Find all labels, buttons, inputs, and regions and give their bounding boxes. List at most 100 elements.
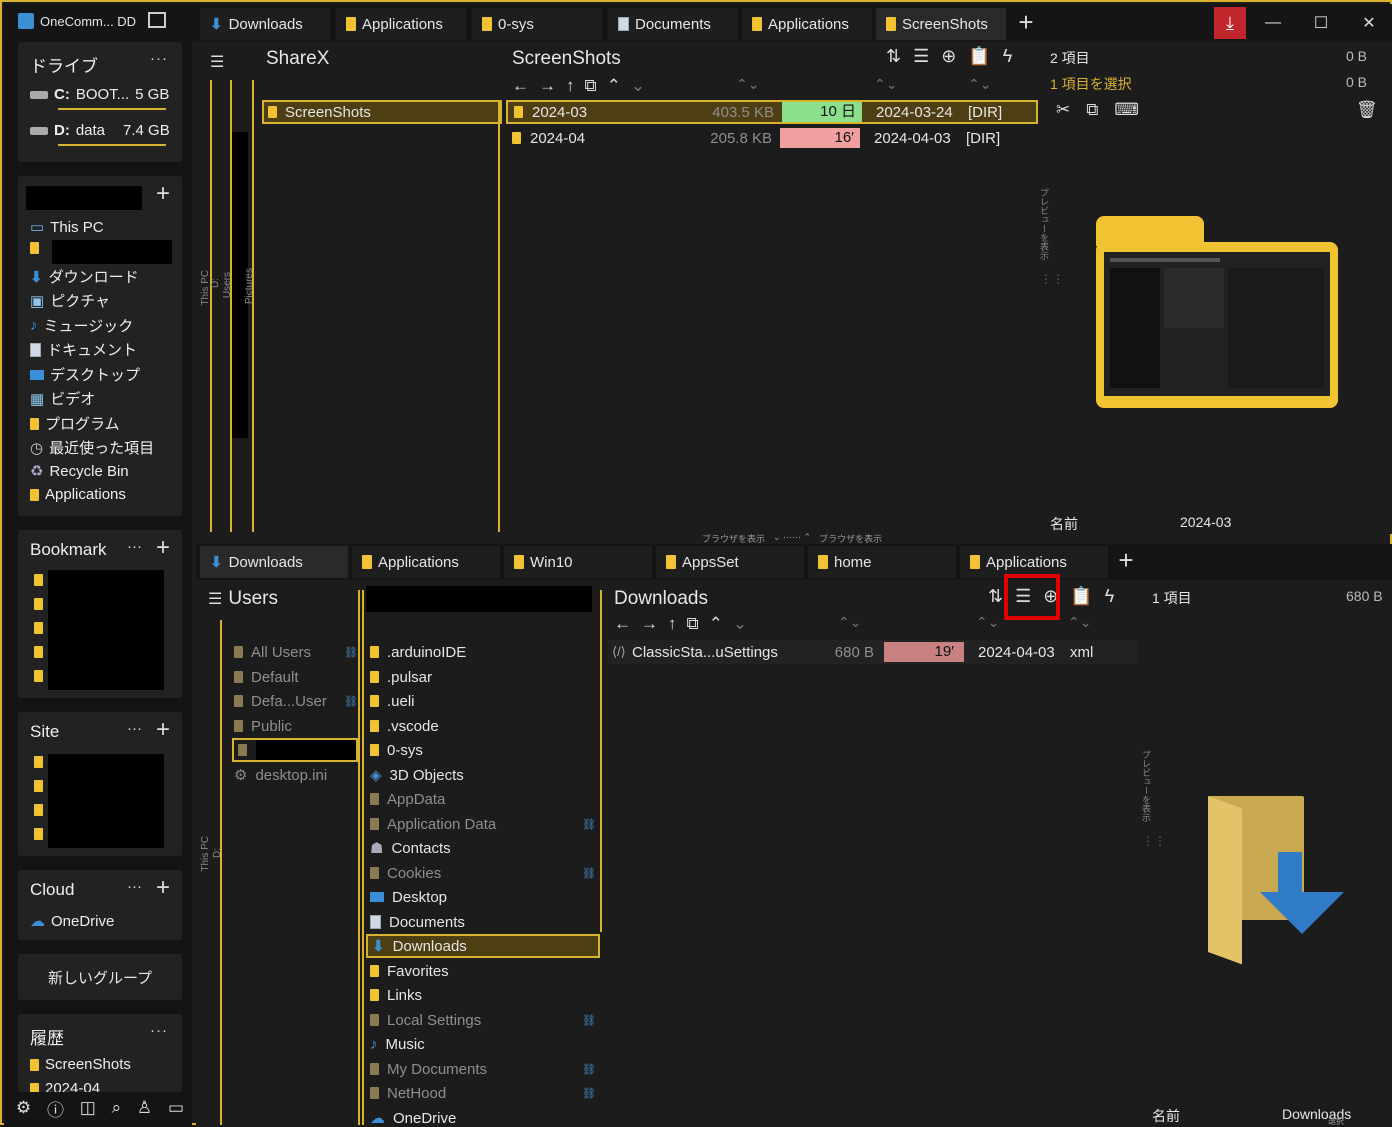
add-circle-icon[interactable]: ⊕ bbox=[941, 46, 956, 67]
sort-icon[interactable]: ⇅ bbox=[988, 586, 1003, 607]
back-icon[interactable]: ← bbox=[512, 76, 529, 96]
folder-item[interactable]: .pulsar bbox=[370, 665, 432, 689]
place-music[interactable]: ♪ ミュージック bbox=[30, 315, 133, 336]
new-group-button[interactable]: 新しいグループ bbox=[18, 954, 182, 1000]
more-icon[interactable]: ··· bbox=[150, 50, 168, 67]
bottom-tab-applications[interactable]: Applications bbox=[352, 546, 500, 578]
delete-icon[interactable]: 🗑 bbox=[1356, 100, 1378, 120]
more-icon[interactable]: ··· bbox=[127, 878, 142, 895]
place-recycle-bin[interactable]: ♻ Recycle Bin bbox=[30, 462, 129, 481]
folder-item[interactable]: Local Settings ⛓ bbox=[370, 1008, 596, 1032]
folder-item[interactable]: Application Data ⛓ bbox=[370, 812, 596, 836]
list-view-icon[interactable]: ☰ bbox=[913, 46, 929, 67]
folder-item[interactable]: AppData bbox=[370, 787, 445, 811]
chevron-down-icon[interactable]: ⌄ bbox=[733, 614, 747, 634]
place-user[interactable] bbox=[30, 242, 39, 254]
add-icon[interactable]: + bbox=[156, 534, 170, 562]
place-videos[interactable]: ▦ ビデオ bbox=[30, 388, 95, 409]
place-applications[interactable]: Applications bbox=[30, 486, 126, 503]
top-tab-documents[interactable]: Documents bbox=[608, 8, 738, 40]
lightning-icon[interactable]: ϟ bbox=[1105, 586, 1115, 607]
sort-size-icon[interactable]: ⌃⌄ bbox=[736, 76, 759, 93]
bottom-tab-home[interactable]: home bbox=[808, 546, 956, 578]
chevron-up-icon[interactable]: ⌃ bbox=[709, 614, 723, 634]
user-icon[interactable]: ♙ bbox=[137, 1098, 152, 1118]
screen-icon[interactable]: ▭ bbox=[168, 1098, 184, 1118]
sort-date-icon[interactable]: ⌃⌄ bbox=[874, 76, 897, 93]
more-icon[interactable]: ··· bbox=[150, 1022, 168, 1039]
menu-icon[interactable]: ☰ bbox=[208, 589, 222, 609]
sort-size-icon[interactable]: ⌃⌄ bbox=[838, 614, 861, 631]
sort-date-icon[interactable]: ⌃⌄ bbox=[976, 614, 999, 631]
history-item[interactable]: 2024-04 bbox=[30, 1080, 100, 1092]
place-this-pc[interactable]: ▭ This PC bbox=[30, 218, 104, 237]
breadcrumb-users[interactable]: Users bbox=[222, 272, 233, 298]
place-documents[interactable]: ドキュメント bbox=[30, 339, 137, 360]
breadcrumb-pictures[interactable]: Pictures bbox=[244, 268, 255, 304]
more-icon[interactable]: ··· bbox=[127, 538, 142, 555]
folder-item[interactable]: Documents bbox=[370, 910, 465, 934]
users-item[interactable]: Defa...User ⛓ bbox=[234, 689, 358, 713]
place-downloads[interactable]: ⬇ ダウンロード bbox=[30, 266, 139, 287]
clipboard-icon[interactable]: 📋 bbox=[968, 46, 990, 67]
add-tab-icon[interactable]: + bbox=[1112, 546, 1140, 576]
sort-icon[interactable]: ⇅ bbox=[886, 46, 901, 67]
folder-item[interactable]: ☁ OneDrive bbox=[370, 1106, 456, 1126]
breadcrumb-this-pc[interactable]: This PC bbox=[200, 836, 211, 872]
cut-icon[interactable]: ✂ bbox=[1056, 100, 1070, 120]
table-row[interactable]: ⟨/⟩ ClassicSta...uSettings 680 B 19′ 202… bbox=[608, 640, 1138, 664]
users-item[interactable]: Public bbox=[234, 714, 358, 738]
table-row[interactable]: 2024-03 403.5 KB 10 日 2024-03-24 [DIR] bbox=[506, 100, 1038, 124]
place-recent[interactable]: ◷ 最近使った項目 bbox=[30, 437, 154, 458]
folder-item[interactable]: ☗ Contacts bbox=[370, 836, 451, 860]
chevron-down-icon[interactable]: ⌄ bbox=[631, 76, 645, 96]
copy-icon[interactable]: ⧉ bbox=[1086, 100, 1098, 120]
bottom-tab-appsset[interactable]: AppsSet bbox=[656, 546, 804, 578]
folder-item[interactable]: NetHood ⛓ bbox=[370, 1081, 596, 1105]
forward-icon[interactable]: → bbox=[539, 76, 556, 96]
folder-item[interactable]: Favorites bbox=[370, 959, 449, 983]
chevron-up-icon[interactable]: ⌃ bbox=[607, 76, 621, 96]
add-icon[interactable]: + bbox=[156, 874, 170, 902]
breadcrumb-d[interactable]: D: bbox=[212, 848, 223, 858]
sort-type-icon[interactable]: ⌃⌄ bbox=[1068, 614, 1091, 631]
close-button[interactable]: ✕ bbox=[1346, 6, 1392, 40]
folder-item[interactable]: ♪ Music bbox=[370, 1032, 425, 1056]
more-icon[interactable]: ··· bbox=[127, 720, 142, 737]
up-icon[interactable]: ↑ bbox=[566, 76, 575, 96]
forward-icon[interactable]: → bbox=[641, 614, 658, 634]
users-item[interactable]: All Users ⛓ bbox=[234, 640, 358, 664]
add-icon[interactable]: + bbox=[156, 180, 170, 208]
maximize-button[interactable]: ☐ bbox=[1298, 6, 1344, 40]
top-tab-screenshots[interactable]: ScreenShots bbox=[876, 8, 1006, 40]
folder-item[interactable]: 0-sys bbox=[370, 738, 423, 762]
drive-c[interactable]: C: BOOT... 5 GB bbox=[30, 86, 169, 103]
breadcrumb-d[interactable]: D: bbox=[210, 278, 221, 288]
folder-item[interactable]: Links bbox=[370, 983, 422, 1007]
cloud-onedrive[interactable]: ☁ OneDrive bbox=[30, 912, 114, 931]
search-icon[interactable]: ⌕ bbox=[112, 1098, 122, 1118]
place-desktop[interactable]: デスクトップ bbox=[30, 364, 140, 385]
folder-item[interactable]: Cookies ⛓ bbox=[370, 861, 596, 885]
table-row[interactable]: 2024-04 205.8 KB 16′ 2024-04-03 [DIR] bbox=[508, 126, 1036, 150]
add-tab-icon[interactable]: + bbox=[1012, 8, 1040, 38]
folder-item[interactable]: ◈ 3D Objects bbox=[370, 763, 464, 787]
settings-icon[interactable]: ⚙ bbox=[16, 1098, 31, 1118]
new-window-icon[interactable] bbox=[148, 12, 166, 28]
folder-item[interactable]: .vscode bbox=[370, 714, 439, 738]
clipboard-icon[interactable]: 📋 bbox=[1070, 586, 1092, 607]
place-pictures[interactable]: ▣ ピクチャ bbox=[30, 290, 110, 311]
bottom-tab-downloads[interactable]: ⬇ Downloads bbox=[200, 546, 348, 578]
rename-icon[interactable]: ⌨ bbox=[1114, 100, 1139, 120]
drive-d[interactable]: D: data 7.4 GB bbox=[30, 122, 170, 139]
up-icon[interactable]: ↑ bbox=[668, 614, 677, 634]
place-programs[interactable]: プログラム bbox=[30, 413, 120, 434]
handle-icon[interactable]: ⋮⋮ bbox=[1040, 272, 1064, 286]
bottom-tab-win10[interactable]: Win10 bbox=[504, 546, 652, 578]
top-tab-applications-2[interactable]: Applications bbox=[742, 8, 872, 40]
top-tab-downloads[interactable]: ⬇ Downloads bbox=[200, 8, 330, 40]
preview-toggle[interactable]: プレビューを表示 bbox=[1140, 750, 1153, 822]
sort-type-icon[interactable]: ⌃⌄ bbox=[968, 76, 991, 93]
tree-item-screenshots[interactable]: ScreenShots bbox=[262, 100, 502, 124]
info-icon[interactable]: ⓘ bbox=[47, 1096, 64, 1121]
